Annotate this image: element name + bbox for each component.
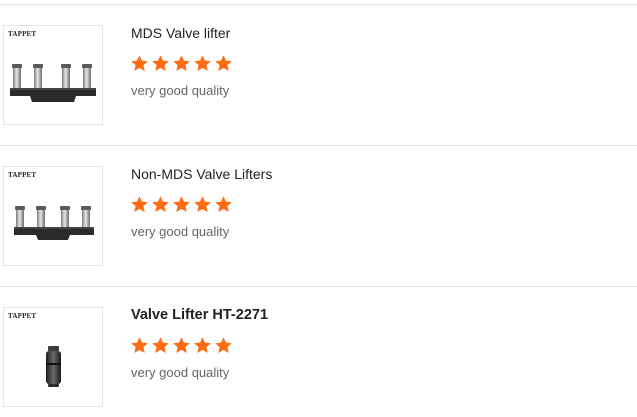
star-rating — [130, 54, 233, 73]
review-title[interactable]: MDS Valve lifter — [131, 25, 230, 41]
review-comment: very good quality — [131, 224, 230, 239]
review-title[interactable]: Non-MDS Valve Lifters — [131, 166, 272, 182]
star-icon — [215, 337, 232, 354]
star-icon — [152, 55, 169, 72]
star-icon — [194, 337, 211, 354]
star-icon — [173, 337, 190, 354]
star-icon — [131, 55, 148, 72]
mds-valve-lifter-assembly-icon — [10, 64, 96, 102]
star-icon — [173, 196, 190, 213]
non-mds-valve-lifter-assembly-icon — [14, 206, 94, 240]
star-icon — [131, 196, 148, 213]
review-item: TAPPET MDS Valve lifter very good qualit… — [0, 5, 637, 146]
product-thumbnail[interactable]: TAPPET — [3, 166, 103, 266]
star-icon — [152, 196, 169, 213]
star-rating — [130, 195, 233, 214]
review-comment: very good quality — [131, 365, 230, 380]
star-icon — [173, 55, 190, 72]
review-item: TAPPET Valve Lifter HT-2271 very good qu… — [0, 287, 637, 417]
review-comment: very good quality — [131, 83, 230, 98]
star-icon — [194, 196, 211, 213]
product-thumbnail[interactable]: TAPPET — [3, 307, 103, 407]
review-title[interactable]: Valve Lifter HT-2271 — [131, 307, 268, 323]
review-list: TAPPET MDS Valve lifter very good qualit… — [0, 0, 637, 417]
single-valve-lifter-icon — [46, 346, 61, 387]
star-rating — [130, 336, 233, 355]
star-icon — [215, 55, 232, 72]
star-icon — [152, 337, 169, 354]
review-item: TAPPET Non-MDS Valve Lifters very good q… — [0, 146, 637, 287]
star-icon — [215, 196, 232, 213]
star-icon — [131, 337, 148, 354]
product-thumbnail[interactable]: TAPPET — [3, 25, 103, 125]
star-icon — [194, 55, 211, 72]
